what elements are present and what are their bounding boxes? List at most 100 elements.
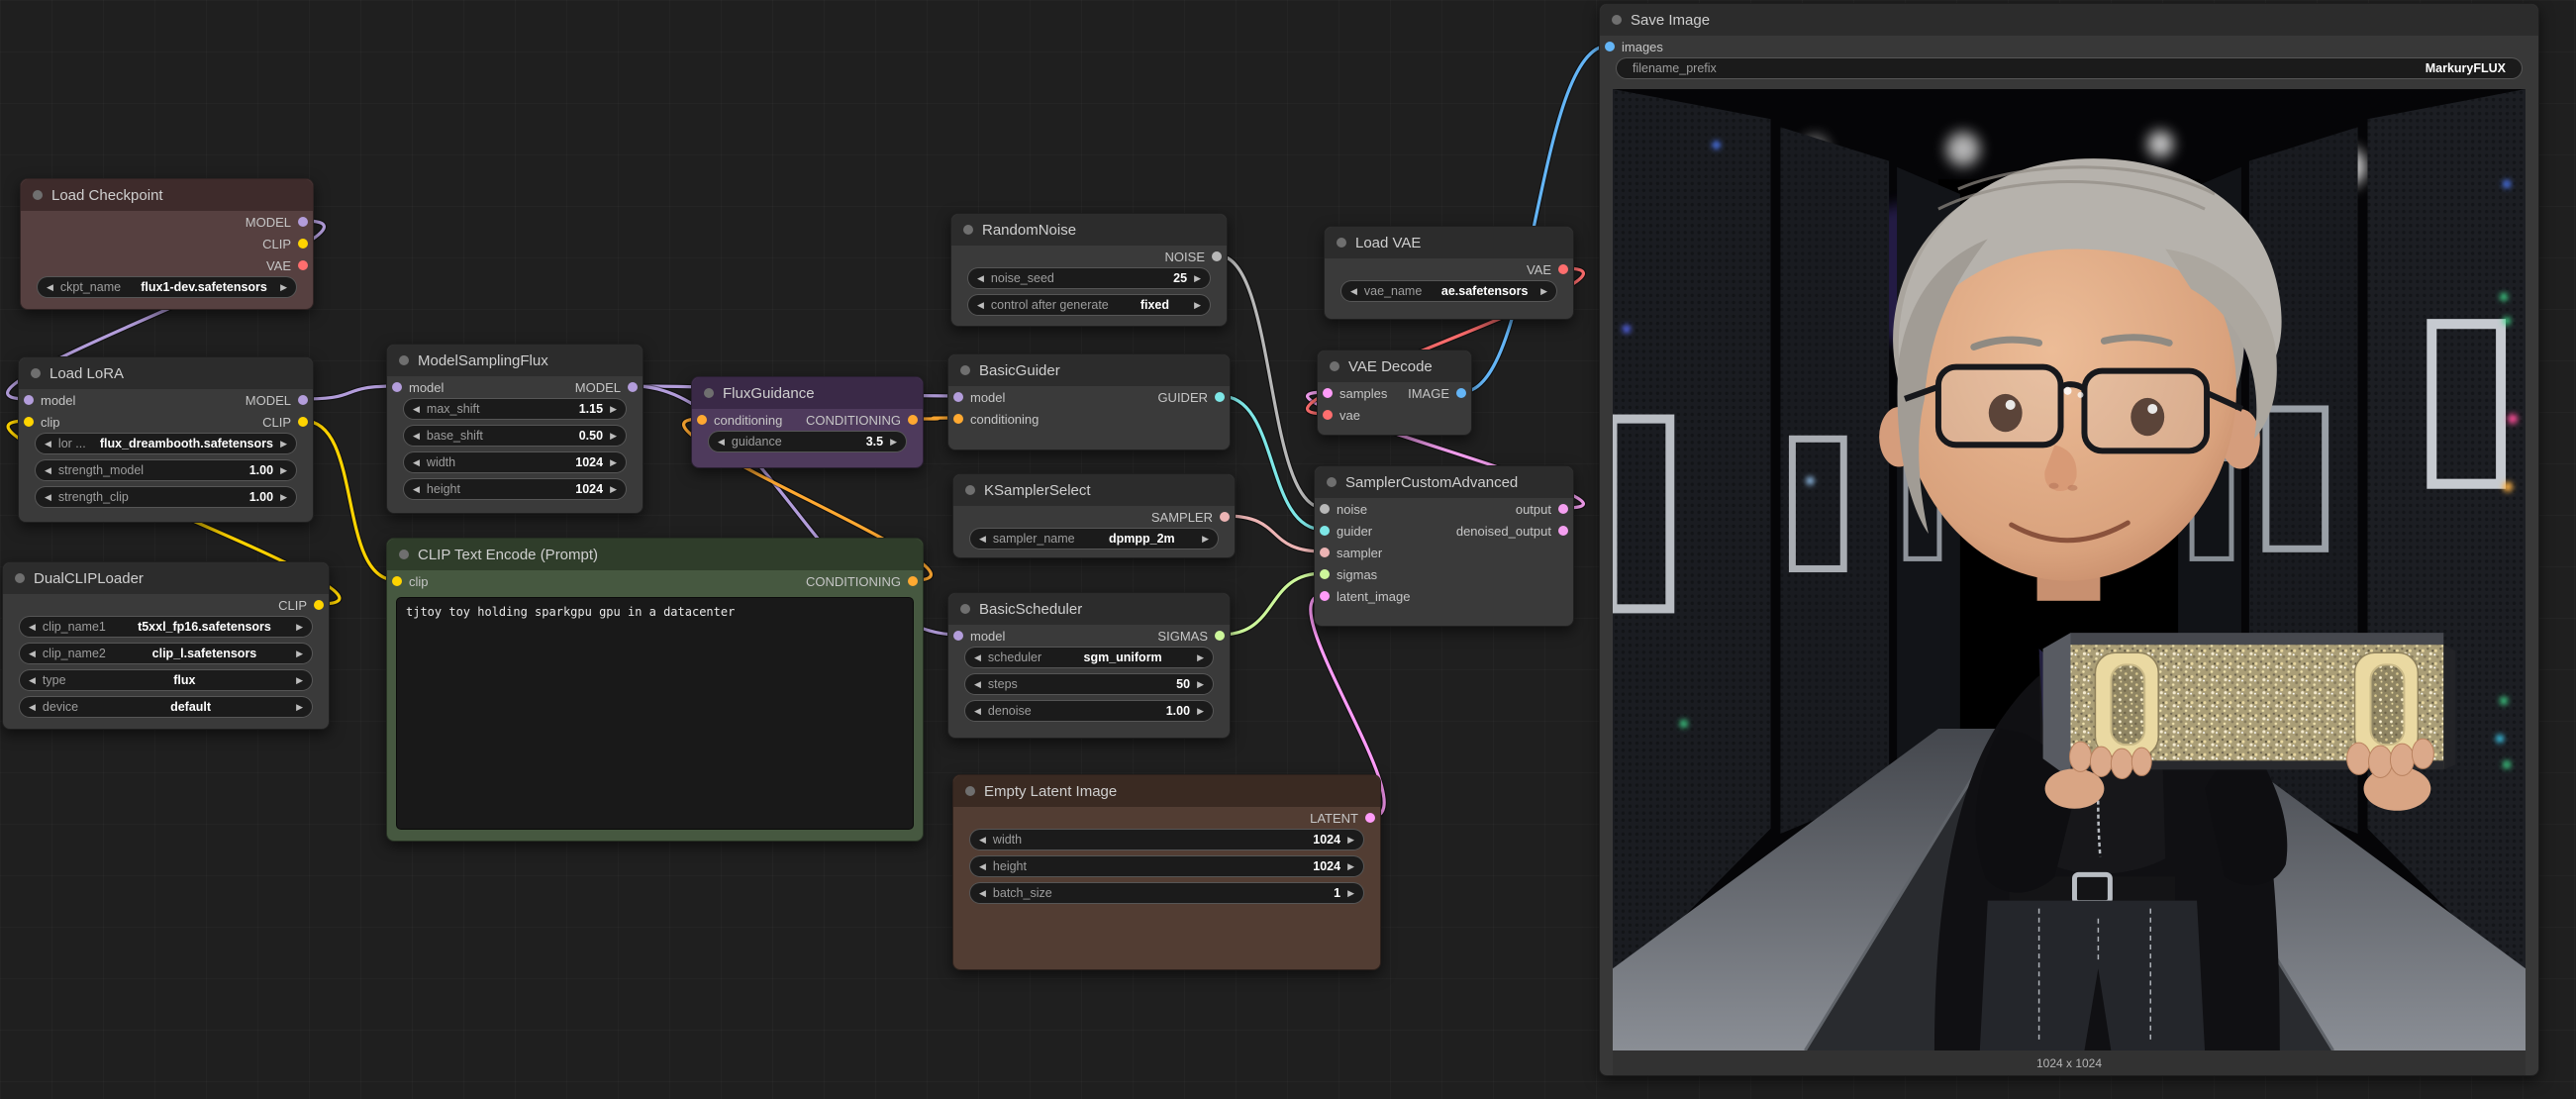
increment-arrow-icon[interactable]: ▶ [296, 703, 303, 712]
input-slot-dot[interactable] [24, 395, 34, 405]
images-input-slot[interactable]: images [1605, 36, 1663, 57]
MODEL-output-slot[interactable]: MODEL [246, 389, 308, 411]
lor ...-widget[interactable]: ◀lor ...flux_dreambooth.safetensors▶ [35, 433, 297, 454]
collapse-dot-icon[interactable] [15, 573, 25, 583]
input-slot-dot[interactable] [953, 414, 963, 424]
increment-arrow-icon[interactable]: ▶ [1347, 862, 1354, 871]
output-slot-dot[interactable] [1456, 388, 1466, 398]
filename_prefix-widget[interactable]: filename_prefixMarkuryFLUX [1616, 57, 2523, 79]
model-input-slot[interactable]: model [953, 625, 1005, 647]
clip_name1-widget[interactable]: ◀clip_name1t5xxl_fp16.safetensors▶ [19, 616, 313, 638]
output-slot-dot[interactable] [908, 576, 918, 586]
load_lora-node[interactable]: Load LoRAmodelMODELclipCLIP◀lor ...flux_… [18, 356, 314, 523]
output-slot-dot[interactable] [1215, 392, 1225, 402]
dual_clip_loader-node[interactable]: DualCLIPLoaderCLIP◀clip_name1t5xxl_fp16.… [2, 561, 330, 730]
sampler_name-widget[interactable]: ◀sampler_namedpmpp_2m▶ [969, 528, 1219, 550]
decrement-arrow-icon[interactable]: ◀ [29, 676, 36, 685]
load_checkpoint-node[interactable]: Load CheckpointMODELCLIPVAE◀ckpt_nameflu… [20, 178, 314, 310]
sigmas-input-slot[interactable]: sigmas [1320, 563, 1377, 585]
noise_seed-widget[interactable]: ◀noise_seed25▶ [967, 267, 1211, 289]
SIGMAS-output-slot[interactable]: SIGMAS [1157, 625, 1225, 647]
output-slot-dot[interactable] [908, 415, 918, 425]
control after generate-widget[interactable]: ◀control after generatefixed▶ [967, 294, 1211, 316]
VAE-output-slot[interactable]: VAE [1527, 258, 1568, 280]
max_shift-widget[interactable]: ◀max_shift1.15▶ [403, 398, 627, 420]
increment-arrow-icon[interactable]: ▶ [1197, 680, 1204, 689]
batch_size-widget[interactable]: ◀batch_size1▶ [969, 882, 1364, 904]
decrement-arrow-icon[interactable]: ◀ [47, 283, 53, 292]
increment-arrow-icon[interactable]: ▶ [1202, 535, 1209, 544]
collapse-dot-icon[interactable] [965, 485, 975, 495]
type-widget[interactable]: ◀typeflux▶ [19, 669, 313, 691]
input-slot-dot[interactable] [953, 631, 963, 641]
collapse-dot-icon[interactable] [965, 786, 975, 796]
ckpt_name-widget[interactable]: ◀ckpt_nameflux1-dev.safetensors▶ [37, 276, 297, 298]
collapse-dot-icon[interactable] [963, 225, 973, 235]
IMAGE-output-slot[interactable]: IMAGE [1408, 382, 1466, 404]
output-slot-dot[interactable] [298, 260, 308, 270]
decrement-arrow-icon[interactable]: ◀ [977, 301, 984, 310]
save_image-node[interactable]: Save Imageimagesfilename_prefixMarkuryFL… [1599, 3, 2539, 1076]
increment-arrow-icon[interactable]: ▶ [296, 623, 303, 632]
collapse-dot-icon[interactable] [1612, 15, 1622, 25]
input-slot-dot[interactable] [392, 382, 402, 392]
output-slot-dot[interactable] [298, 239, 308, 249]
device-widget[interactable]: ◀devicedefault▶ [19, 696, 313, 718]
input-slot-dot[interactable] [1323, 410, 1333, 420]
increment-arrow-icon[interactable]: ▶ [610, 485, 617, 494]
decrement-arrow-icon[interactable]: ◀ [45, 440, 51, 449]
random_noise-node[interactable]: RandomNoiseNOISE◀noise_seed25▶◀control a… [950, 213, 1228, 327]
clip_name2-widget[interactable]: ◀clip_name2clip_l.safetensors▶ [19, 643, 313, 664]
strength_model-widget[interactable]: ◀strength_model1.00▶ [35, 459, 297, 481]
increment-arrow-icon[interactable]: ▶ [610, 458, 617, 467]
collapse-dot-icon[interactable] [399, 550, 409, 559]
decrement-arrow-icon[interactable]: ◀ [413, 485, 420, 494]
collapse-dot-icon[interactable] [704, 388, 714, 398]
decrement-arrow-icon[interactable]: ◀ [29, 649, 36, 658]
clip-input-slot[interactable]: clip [24, 411, 60, 433]
input-slot-dot[interactable] [1320, 569, 1330, 579]
input-slot-dot[interactable] [1320, 591, 1330, 601]
decrement-arrow-icon[interactable]: ◀ [29, 703, 36, 712]
clip_text_encode-node[interactable]: CLIP Text Encode (Prompt)clipCONDITIONIN… [386, 538, 924, 842]
collapse-dot-icon[interactable] [1330, 361, 1339, 371]
collapse-dot-icon[interactable] [399, 355, 409, 365]
width-widget[interactable]: ◀width1024▶ [969, 829, 1364, 850]
CLIP-output-slot[interactable]: CLIP [262, 233, 308, 254]
output-slot-dot[interactable] [1220, 512, 1230, 522]
increment-arrow-icon[interactable]: ▶ [1194, 274, 1201, 283]
collapse-dot-icon[interactable] [33, 190, 43, 200]
output-slot-dot[interactable] [1558, 264, 1568, 274]
collapse-dot-icon[interactable] [960, 365, 970, 375]
NOISE-output-slot[interactable]: NOISE [1165, 246, 1222, 267]
empty_latent-node[interactable]: Empty Latent ImageLATENT◀width1024▶◀heig… [952, 774, 1381, 970]
basic_guider-node[interactable]: BasicGuidermodelGUIDERconditioning [947, 353, 1231, 450]
denoised_output-output-slot[interactable]: denoised_output [1456, 520, 1568, 542]
output-slot-dot[interactable] [1558, 526, 1568, 536]
decrement-arrow-icon[interactable]: ◀ [979, 535, 986, 544]
vae-input-slot[interactable]: vae [1323, 404, 1360, 426]
increment-arrow-icon[interactable]: ▶ [1540, 287, 1547, 296]
decrement-arrow-icon[interactable]: ◀ [45, 466, 51, 475]
increment-arrow-icon[interactable]: ▶ [1197, 653, 1204, 662]
height-widget[interactable]: ◀height1024▶ [403, 478, 627, 500]
increment-arrow-icon[interactable]: ▶ [296, 649, 303, 658]
output-slot-dot[interactable] [298, 395, 308, 405]
increment-arrow-icon[interactable]: ▶ [890, 438, 897, 447]
vae_decode-node[interactable]: VAE DecodesamplesIMAGEvae [1317, 350, 1472, 436]
model_sampling_flux-node[interactable]: ModelSamplingFluxmodelMODEL◀max_shift1.1… [386, 344, 644, 514]
sampler_custom_advanced-node[interactable]: SamplerCustomAdvancednoiseoutputguiderde… [1314, 465, 1574, 627]
increment-arrow-icon[interactable]: ▶ [296, 676, 303, 685]
input-slot-dot[interactable] [392, 576, 402, 586]
output-output-slot[interactable]: output [1516, 498, 1568, 520]
sampler-input-slot[interactable]: sampler [1320, 542, 1382, 563]
ksampler_select-node[interactable]: KSamplerSelectSAMPLER◀sampler_namedpmpp_… [952, 473, 1236, 558]
LATENT-output-slot[interactable]: LATENT [1310, 807, 1375, 829]
input-slot-dot[interactable] [1320, 526, 1330, 536]
output-slot-dot[interactable] [1558, 504, 1568, 514]
increment-arrow-icon[interactable]: ▶ [1347, 889, 1354, 898]
conditioning-input-slot[interactable]: conditioning [953, 408, 1039, 430]
base_shift-widget[interactable]: ◀base_shift0.50▶ [403, 425, 627, 447]
strength_clip-widget[interactable]: ◀strength_clip1.00▶ [35, 486, 297, 508]
node-graph-canvas[interactable]: Load CheckpointMODELCLIPVAE◀ckpt_nameflu… [0, 0, 2576, 1099]
